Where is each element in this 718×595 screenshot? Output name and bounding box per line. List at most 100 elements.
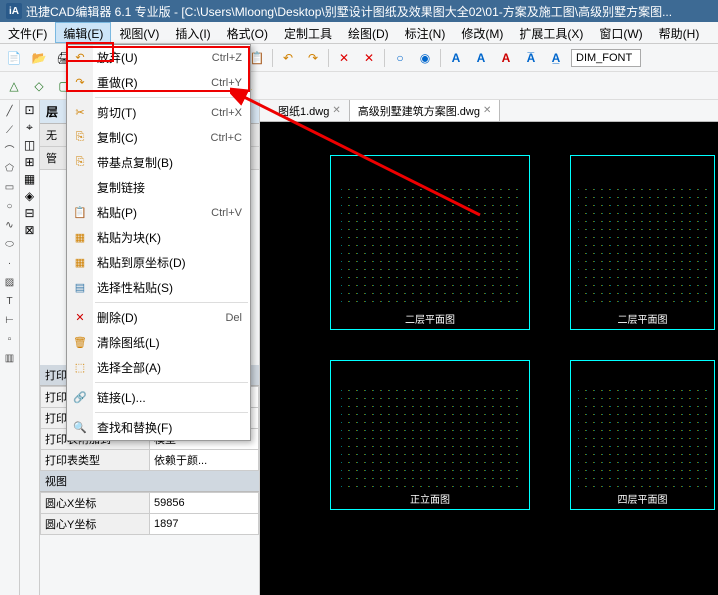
menu-cut[interactable]: ✂剪切(T)Ctrl+X <box>67 100 250 125</box>
close2-icon[interactable]: ✕ <box>359 48 379 68</box>
tab-2[interactable]: 高级别墅建筑方案图.dwg✕ <box>350 100 501 121</box>
menu-draw[interactable]: 绘图(D) <box>340 22 397 43</box>
dim-style-input[interactable] <box>571 49 641 67</box>
menu-file[interactable]: 文件(F) <box>0 22 55 43</box>
view-properties: 圆心X坐标59856圆心Y坐标1897 <box>40 492 259 535</box>
menu-copy-link-label: 复制链接 <box>97 179 145 196</box>
menu-paste-orig-label: 粘贴到原坐标(D) <box>97 254 186 271</box>
menu-paste-orig[interactable]: ▦ 粘贴到原坐标(D) <box>67 250 250 275</box>
tab-1-close-icon[interactable]: ✕ <box>332 105 340 116</box>
tab-1-label: 图纸1.dwg <box>278 103 329 119</box>
ellipse-tool-icon[interactable]: ⬭ <box>2 236 18 252</box>
textAbar-icon[interactable]: A̅ <box>521 48 541 68</box>
menu-paste-shortcut: Ctrl+V <box>211 207 242 219</box>
l2-d[interactable]: ⊞ <box>24 155 34 169</box>
menu-insert[interactable]: 插入(I) <box>167 22 218 43</box>
undo-icon[interactable]: ↶ <box>278 48 298 68</box>
view-section-header[interactable]: 视图 <box>40 471 259 492</box>
t2-b[interactable]: ◇ <box>29 76 49 96</box>
cad-view-1: 二层平面图 <box>570 155 715 330</box>
menu-select-all[interactable]: ⬚选择全部(A) <box>67 355 250 380</box>
point-tool-icon[interactable]: · <box>2 255 18 271</box>
block-tool-icon[interactable]: ▫ <box>2 331 18 347</box>
table-tool-icon[interactable]: ▥ <box>2 350 18 366</box>
menu-purge[interactable]: 🗑清除图纸(L) <box>67 330 250 355</box>
menu-copy[interactable]: ⎘复制(C)Ctrl+C <box>67 125 250 150</box>
menu-paste[interactable]: 📋粘贴(P)Ctrl+V <box>67 200 250 225</box>
text-tool-icon[interactable]: T <box>2 293 18 309</box>
menu-find-replace-icon: 🔍 <box>72 420 88 436</box>
prop-key: 打印表类型 <box>41 450 150 471</box>
new-icon[interactable]: 📄 <box>4 48 24 68</box>
redo-icon[interactable]: ↷ <box>303 48 323 68</box>
menu-copy-icon: ⎘ <box>72 130 88 146</box>
menu-copy-link[interactable]: 复制链接 <box>67 175 250 200</box>
menu-find-replace[interactable]: 🔍 查找和替换(F) <box>67 415 250 440</box>
l2-a[interactable]: ⊡ <box>24 103 34 117</box>
app-logo-icon: iA <box>6 3 22 19</box>
prop-value[interactable]: 59856 <box>150 493 259 514</box>
textA2-icon[interactable]: A <box>471 48 491 68</box>
menu-redo-shortcut: Ctrl+Y <box>211 77 242 89</box>
textA-icon[interactable]: A <box>446 48 466 68</box>
menu-cut-label: 剪切(T) <box>97 104 136 121</box>
l2-c[interactable]: ◫ <box>24 138 35 152</box>
menu-custom[interactable]: 定制工具 <box>276 22 340 43</box>
prop-value[interactable]: 依赖于颜... <box>150 450 259 471</box>
menu-paste-block[interactable]: ▦粘贴为块(K) <box>67 225 250 250</box>
menu-format[interactable]: 格式(O) <box>219 22 276 43</box>
left-toolbar-2: ⊡ ⌖ ◫ ⊞ ▦ ◈ ⊟ ⊠ <box>20 100 40 595</box>
polygon-tool-icon[interactable]: ⬠ <box>2 160 18 176</box>
rect-tool-icon[interactable]: ▭ <box>2 179 18 195</box>
t2-a[interactable]: △ <box>4 76 24 96</box>
spline-tool-icon[interactable]: ∿ <box>2 217 18 233</box>
menu-help[interactable]: 帮助(H) <box>651 22 708 43</box>
circle-tool-icon[interactable]: ○ <box>2 198 18 214</box>
menu-copy-link-icon <box>72 180 88 196</box>
circle-icon[interactable]: ○ <box>390 48 410 68</box>
textAred-icon[interactable]: A <box>496 48 516 68</box>
menu-delete[interactable]: ✕删除(D)Del <box>67 305 250 330</box>
menu-modify[interactable]: 修改(M) <box>453 22 511 43</box>
tab-1[interactable]: 图纸1.dwg✕ <box>270 100 350 121</box>
menu-paste-orig-icon: ▦ <box>72 255 88 271</box>
l2-h[interactable]: ⊠ <box>24 223 34 237</box>
menu-ext[interactable]: 扩展工具(X) <box>511 22 591 43</box>
l2-f[interactable]: ◈ <box>25 189 34 203</box>
menu-redo[interactable]: ↷重做(R)Ctrl+Y <box>67 70 250 95</box>
l2-g[interactable]: ⊟ <box>24 206 34 220</box>
textAsel-icon[interactable]: A̲ <box>546 48 566 68</box>
menu-copy-shortcut: Ctrl+C <box>211 132 242 144</box>
line-tool-icon[interactable]: ╱ <box>2 103 18 119</box>
l2-b[interactable]: ⌖ <box>26 120 33 135</box>
menu-view[interactable]: 视图(V) <box>111 22 167 43</box>
title-text: 迅捷CAD编辑器 6.1 专业版 - [C:\Users\Mloong\Desk… <box>26 3 672 20</box>
prop-value[interactable]: 1897 <box>150 514 259 535</box>
tab-2-close-icon[interactable]: ✕ <box>483 105 491 116</box>
menu-copy-base[interactable]: ⎘带基点复制(B) <box>67 150 250 175</box>
menu-links[interactable]: 🔗链接(L)... <box>67 385 250 410</box>
hatch-tool-icon[interactable]: ▨ <box>2 274 18 290</box>
menu-redo-label: 重做(R) <box>97 74 138 91</box>
tab-2-label: 高级别墅建筑方案图.dwg <box>358 103 480 119</box>
drawing-canvas[interactable]: 图纸1.dwg✕高级别墅建筑方案图.dwg✕ 二层平面图二层平面图正立面图四层平… <box>260 100 718 595</box>
menu-edit[interactable]: 编辑(E) <box>55 22 111 43</box>
dim-tool-icon[interactable]: ⊢ <box>2 312 18 328</box>
menu-undo-icon: ↶ <box>72 50 88 66</box>
cad-view-label: 正立面图 <box>410 491 450 506</box>
arc-tool-icon[interactable]: ⌒ <box>2 141 18 157</box>
menu-dim[interactable]: 标注(N) <box>397 22 454 43</box>
circle2-icon[interactable]: ◉ <box>415 48 435 68</box>
pline-tool-icon[interactable]: ⟋ <box>2 122 18 138</box>
prop-key: 圆心X坐标 <box>41 493 150 514</box>
l2-e[interactable]: ▦ <box>24 172 35 186</box>
menu-undo-label: 放弃(U) <box>97 49 138 66</box>
menu-find-replace-label: 查找和替换(F) <box>97 419 172 436</box>
menu-delete-shortcut: Del <box>225 312 242 324</box>
close-icon[interactable]: ✕ <box>334 48 354 68</box>
menu-window[interactable]: 窗口(W) <box>591 22 650 43</box>
menu-paste-block-label: 粘贴为块(K) <box>97 229 161 246</box>
menu-undo[interactable]: ↶放弃(U)Ctrl+Z <box>67 45 250 70</box>
open-icon[interactable]: 📂 <box>29 48 49 68</box>
menu-paste-special[interactable]: ▤选择性粘贴(S) <box>67 275 250 300</box>
